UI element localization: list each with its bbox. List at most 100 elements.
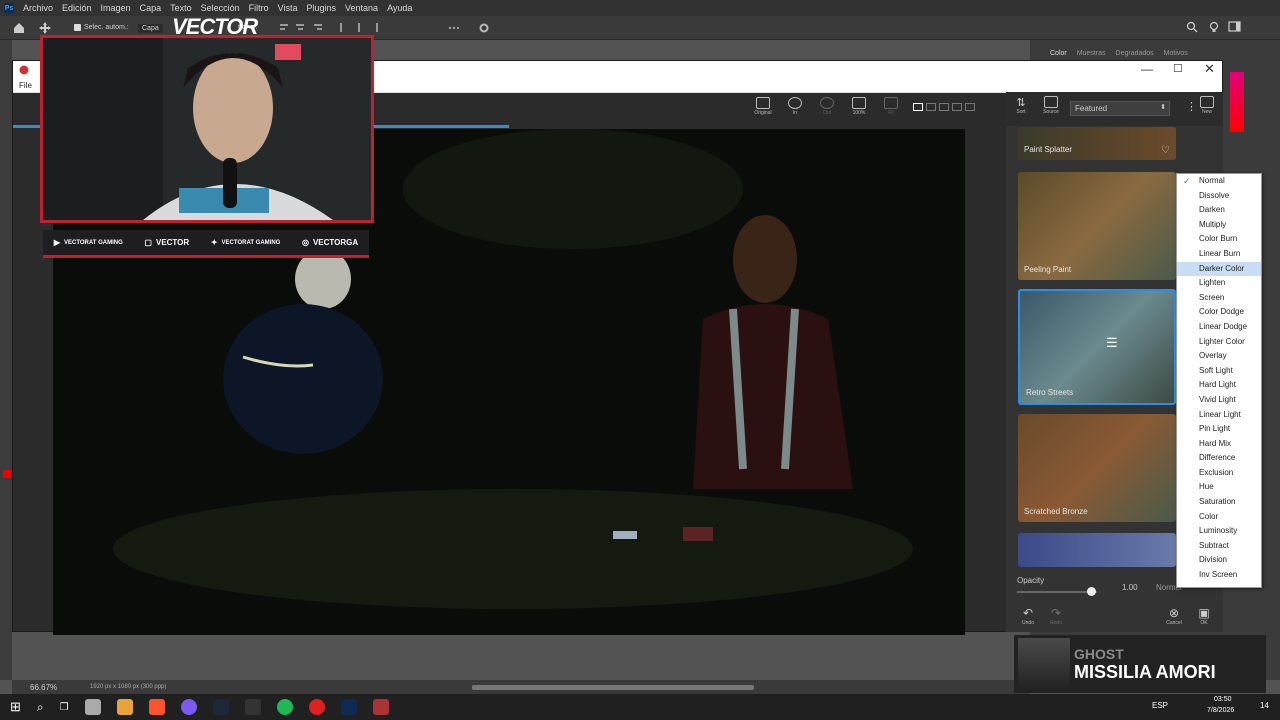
gear-icon[interactable]: [478, 22, 490, 34]
maximize-icon[interactable]: ☐: [1173, 62, 1183, 75]
blend-mode-option[interactable]: Soft Light: [1177, 364, 1261, 379]
search-icon[interactable]: [1186, 21, 1198, 33]
thumbnail-peeling-paint[interactable]: Peeling Paint: [1018, 172, 1176, 280]
blend-mode-option[interactable]: Screen: [1177, 291, 1261, 306]
brave-icon[interactable]: [148, 699, 165, 715]
menu-edicion[interactable]: Edición: [62, 3, 92, 13]
zoom-level[interactable]: 66.67%: [30, 683, 57, 692]
clock-time[interactable]: 03:50: [1214, 696, 1232, 703]
blend-mode-option[interactable]: Inv Screen: [1177, 568, 1261, 583]
blend-mode-dropdown[interactable]: Normal ✓ Dissolve Darken Multiply Color Burn L…: [1176, 173, 1262, 588]
opacity-slider-handle[interactable]: [1087, 587, 1096, 596]
chat-icon[interactable]: [180, 699, 197, 715]
menu-capa[interactable]: Capa: [140, 3, 162, 13]
menu-filtro[interactable]: Filtro: [249, 3, 269, 13]
blend-mode-option[interactable]: Linear Light: [1177, 408, 1261, 423]
zoom-in-button[interactable]: In: [785, 97, 805, 116]
steam-icon[interactable]: [212, 699, 229, 715]
featured-select[interactable]: Featured ⬍: [1070, 101, 1170, 116]
foreground-color-swatch[interactable]: [3, 470, 11, 478]
original-button[interactable]: Original: [753, 97, 773, 116]
blend-mode-option[interactable]: Division: [1177, 553, 1261, 568]
menu-plugins[interactable]: Plugins: [307, 3, 337, 13]
horizontal-scrollbar[interactable]: [472, 685, 754, 690]
side-view-icon[interactable]: [939, 103, 949, 111]
home-icon[interactable]: [12, 21, 26, 35]
blend-mode-option[interactable]: Color: [1177, 510, 1261, 525]
tab-color[interactable]: Color: [1050, 50, 1067, 57]
view-mode-buttons[interactable]: [913, 103, 975, 111]
heart-icon[interactable]: ♡: [1161, 145, 1170, 156]
filter-app-icon[interactable]: [372, 699, 389, 715]
blend-mode-option[interactable]: Linear Burn: [1177, 247, 1261, 262]
more-options-icon[interactable]: ⋮: [1186, 100, 1197, 113]
blend-mode-option[interactable]: Darken: [1177, 203, 1261, 218]
blend-mode-option[interactable]: Vivid Light: [1177, 393, 1261, 408]
menu-vista[interactable]: Vista: [278, 3, 298, 13]
adjust-sliders-icon[interactable]: ☰: [1106, 335, 1118, 351]
sort-button[interactable]: ⇅ Sort: [1012, 96, 1030, 115]
app-icon-9[interactable]: [308, 699, 325, 715]
blend-mode-option[interactable]: Linear Dodge: [1177, 320, 1261, 335]
color-picker-hue[interactable]: [1230, 72, 1244, 132]
blend-mode-option[interactable]: Hard Light: [1177, 378, 1261, 393]
blend-mode-option[interactable]: Hue: [1177, 480, 1261, 495]
explorer-icon[interactable]: [84, 699, 101, 715]
blend-mode-option[interactable]: Color Burn: [1177, 232, 1261, 247]
menu-imagen[interactable]: Imagen: [101, 3, 131, 13]
close-icon[interactable]: ✕: [1204, 61, 1215, 77]
blend-mode-option[interactable]: Lighten: [1177, 276, 1261, 291]
blend-mode-option[interactable]: Saturation: [1177, 495, 1261, 510]
tab-muestras[interactable]: Muestras: [1077, 50, 1106, 57]
app-icon-7[interactable]: [244, 699, 261, 715]
task-view-icon[interactable]: ❐: [60, 702, 69, 713]
workspace-icon[interactable]: [1228, 21, 1242, 33]
auto-select-checkbox[interactable]: [74, 24, 81, 31]
new-button[interactable]: New: [1198, 96, 1216, 115]
single-view-icon[interactable]: [913, 103, 923, 111]
blend-mode-option[interactable]: Lighter Color: [1177, 335, 1261, 350]
blend-mode-option[interactable]: Dissolve: [1177, 189, 1261, 204]
lightbulb-icon[interactable]: [1208, 21, 1220, 33]
tab-degradados[interactable]: Degradados: [1116, 50, 1154, 57]
folder-taskbar-icon[interactable]: [116, 699, 133, 715]
blend-mode-option[interactable]: Darker Color: [1177, 261, 1261, 277]
blend-mode-option[interactable]: Multiply: [1177, 218, 1261, 233]
blend-mode-option[interactable]: Subtract: [1177, 539, 1261, 554]
tab-motivos[interactable]: Motivos: [1164, 50, 1188, 57]
split-view-icon[interactable]: [926, 103, 936, 111]
menu-file[interactable]: File: [19, 81, 32, 90]
thumbnail-scratched-bronze[interactable]: Scratched Bronze: [1018, 414, 1176, 522]
menu-ayuda[interactable]: Ayuda: [387, 3, 412, 13]
ok-button[interactable]: ▣ OK: [1194, 606, 1214, 626]
search-taskbar-icon[interactable]: ⌕: [37, 700, 44, 715]
move-tool-icon[interactable]: [38, 21, 52, 35]
blend-mode-option[interactable]: Difference: [1177, 451, 1261, 466]
layer-select[interactable]: Capa: [138, 24, 163, 33]
cancel-button[interactable]: ⊗ Cancel: [1164, 606, 1184, 626]
notification-count[interactable]: 14: [1260, 701, 1269, 710]
blend-mode-option[interactable]: Exclusion: [1177, 466, 1261, 481]
menu-texto[interactable]: Texto: [170, 3, 192, 13]
redo-button[interactable]: ↷ Redo: [1046, 606, 1066, 626]
zoom-100-button[interactable]: 100%: [849, 97, 869, 116]
blend-mode-option[interactable]: Overlay: [1177, 349, 1261, 364]
clock-date[interactable]: 7/8/2026: [1207, 707, 1234, 714]
thumbnail-retro-streets[interactable]: Retro Streets ☰: [1018, 289, 1176, 405]
blend-mode-option[interactable]: Normal ✓: [1177, 174, 1261, 189]
opacity-slider[interactable]: [1017, 591, 1097, 593]
zoom-out-button[interactable]: Out: [817, 97, 837, 116]
minimize-icon[interactable]: —: [1141, 62, 1153, 76]
menu-seleccion[interactable]: Selección: [201, 3, 240, 13]
photoshop-taskbar-icon[interactable]: [340, 699, 357, 715]
blend-mode-option[interactable]: Hard Mix: [1177, 437, 1261, 452]
opacity-value[interactable]: 1.00: [1122, 583, 1138, 592]
compare-view-icon[interactable]: [965, 103, 975, 111]
windows-start-icon[interactable]: ⊞: [10, 699, 21, 715]
stack-view-icon[interactable]: [952, 103, 962, 111]
thumbnail-paint-splatter[interactable]: Paint Splatter ♡: [1018, 127, 1176, 160]
source-button[interactable]: Source: [1040, 96, 1062, 115]
menu-ventana[interactable]: Ventana: [345, 3, 378, 13]
align-icons[interactable]: [278, 22, 478, 34]
thumbnail-next[interactable]: [1018, 533, 1176, 567]
